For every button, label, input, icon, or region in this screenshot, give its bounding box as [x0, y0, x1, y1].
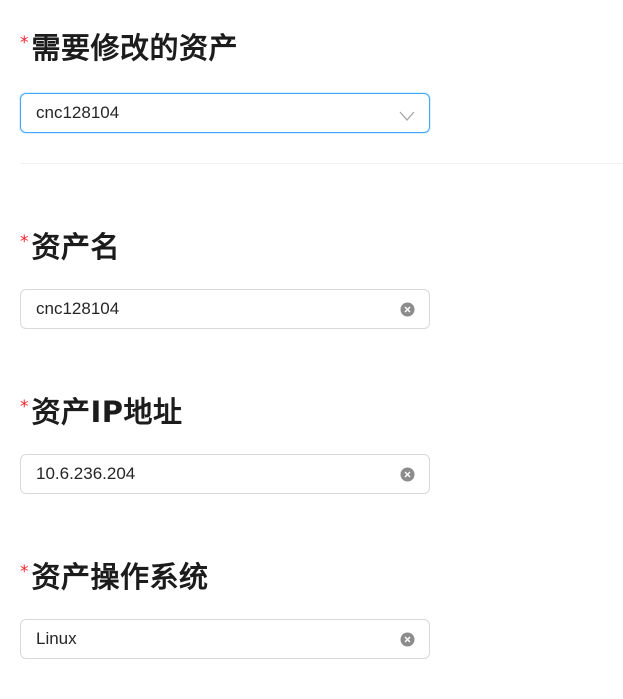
asset-os-field: * 资产操作系统 Linux [20, 559, 430, 659]
asset-os-value: Linux [36, 629, 77, 648]
asset-name-field: * 资产名 cnc128104 [20, 229, 430, 329]
asset-select-value: cnc128104 [36, 103, 120, 122]
asset-select-field: * 需要修改的资产 cnc128104 [20, 30, 430, 133]
required-mark: * [20, 232, 29, 252]
asset-name-input[interactable]: cnc128104 [20, 289, 430, 329]
asset-name-label: 资产名 [31, 230, 121, 264]
asset-select-label: 需要修改的资产 [31, 31, 239, 65]
clear-icon[interactable] [400, 632, 415, 647]
required-mark: * [20, 397, 29, 417]
section-divider [20, 163, 623, 164]
asset-ip-label: 资产IP地址 [31, 395, 183, 429]
asset-name-value: cnc128104 [36, 299, 120, 318]
asset-ip-value: 10.6.236.204 [36, 464, 136, 483]
asset-select-label-row: * 需要修改的资产 [20, 30, 238, 70]
asset-select[interactable]: cnc128104 [20, 93, 430, 133]
asset-os-label: 资产操作系统 [31, 560, 209, 594]
clear-icon[interactable] [400, 467, 415, 482]
asset-ip-input[interactable]: 10.6.236.204 [20, 454, 430, 494]
asset-name-label-row: * 资产名 [20, 229, 120, 269]
chevron-down-icon[interactable] [399, 107, 415, 121]
asset-os-input[interactable]: Linux [20, 619, 430, 659]
asset-ip-field: * 资产IP地址 10.6.236.204 [20, 394, 430, 494]
asset-ip-label-row: * 资产IP地址 [20, 394, 183, 434]
required-mark: * [20, 562, 29, 582]
clear-icon[interactable] [400, 302, 415, 317]
asset-os-label-row: * 资产操作系统 [20, 559, 209, 599]
required-mark: * [20, 33, 29, 53]
